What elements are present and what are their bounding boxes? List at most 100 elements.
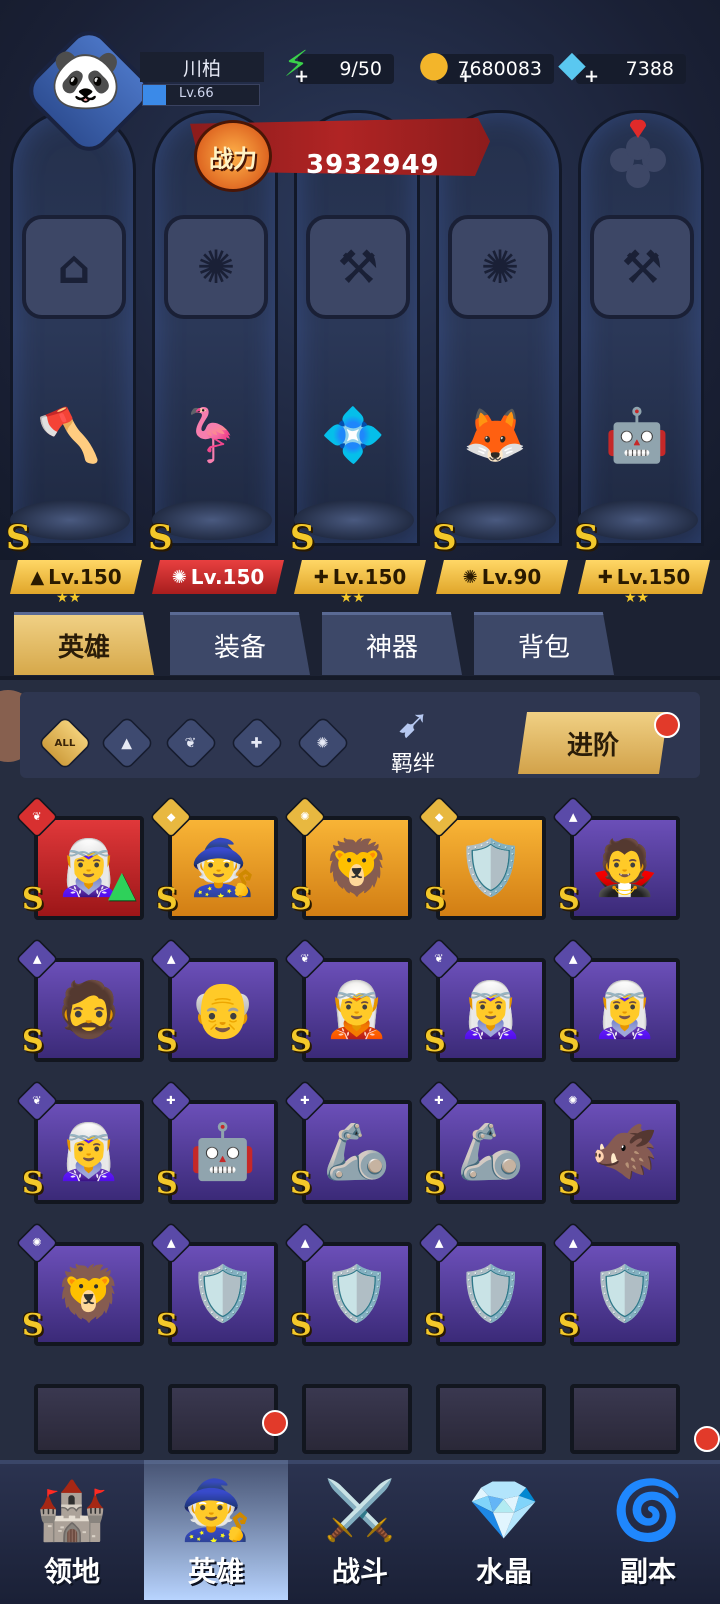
upgrade-arrow-icon: ▲: [108, 864, 136, 905]
mage-hat-class-icon-glyph: ▲: [300, 1236, 310, 1250]
team-level: Lv.90: [481, 565, 542, 589]
wing-class-icon-glyph: ❦: [32, 1094, 42, 1108]
nav-territory-label: 领地: [43, 1555, 100, 1588]
team-hero-figure[interactable]: 🪓: [4, 350, 134, 520]
mage-hat-class-icon-glyph: ▲: [166, 1236, 176, 1250]
hero-card[interactable]: 🛡️: [302, 1242, 412, 1346]
tab-bag[interactable]: 背包: [474, 612, 614, 675]
hero-card[interactable]: 🧝‍♀️: [34, 1100, 144, 1204]
hero-card[interactable]: [570, 1384, 680, 1454]
menu-heart-icon[interactable]: [598, 112, 678, 192]
hero-card[interactable]: 🤖: [168, 1100, 278, 1204]
wrench-class-icon-glyph: ✚: [434, 1094, 444, 1108]
nav-heroes[interactable]: 🧙 英雄: [144, 1460, 288, 1600]
hero-card[interactable]: 🐗: [570, 1100, 680, 1204]
team-level: Lv.150: [48, 565, 122, 589]
level-stars: ★★: [56, 590, 82, 606]
hero-card[interactable]: 🧝‍♀️: [570, 958, 680, 1062]
player-level-bar: Lv.66: [142, 84, 260, 106]
power-label: 战力: [194, 120, 272, 192]
rank-s-badge: S: [148, 518, 173, 558]
beast-claw-icon: ✺: [171, 566, 187, 588]
hero-card[interactable]: 🧔: [34, 958, 144, 1062]
nav-crystal[interactable]: 💎 水晶: [432, 1450, 576, 1600]
hero-card[interactable]: 🛡️: [168, 1242, 278, 1346]
hero-card[interactable]: 🛡️: [436, 1242, 546, 1346]
hero-card[interactable]: 👴: [168, 958, 278, 1062]
advance-notification-dot: [654, 712, 680, 738]
tab-equipment[interactable]: 装备: [170, 612, 310, 675]
team-level-plate[interactable]: ✚ Lv.150: [578, 560, 710, 594]
nav-crystal-label: 水晶: [475, 1555, 532, 1588]
wrench-class-icon-glyph: ✚: [166, 1094, 176, 1108]
mage-hat-class-icon-glyph: ▲: [568, 1236, 578, 1250]
beast-claw-icon: ✺: [462, 566, 478, 588]
mage-hat-class-icon-glyph: ▲: [32, 952, 42, 966]
rank-s-badge: S: [290, 1308, 312, 1343]
nav-battle[interactable]: ⚔️ 战斗: [288, 1450, 432, 1600]
hero-card[interactable]: 🦾: [302, 1100, 412, 1204]
nav-territory[interactable]: 🏰 领地: [0, 1450, 144, 1600]
hero-card[interactable]: 🧝‍♀️: [436, 958, 546, 1062]
rank-s-badge: S: [424, 1308, 446, 1343]
diamond-value: 7388: [625, 58, 674, 80]
hero-card[interactable]: 🛡️: [436, 816, 546, 920]
rank-s-badge: S: [290, 518, 315, 558]
rank-s-badge: S: [558, 1024, 580, 1059]
panda-avatar-icon[interactable]: 🐼: [46, 34, 126, 124]
tab-hero[interactable]: 英雄: [14, 612, 154, 675]
bond-button[interactable]: ➹ 羁绊: [358, 692, 468, 778]
bond-label: 羁绊: [390, 752, 435, 777]
wing-class-icon-glyph: ❦: [300, 952, 310, 966]
class-emblem-icon: ⌂: [22, 215, 126, 319]
rank-s-badge: S: [22, 1166, 44, 1201]
team-level: Lv.150: [190, 565, 265, 589]
rank-s-badge: S: [558, 882, 580, 917]
team-hero-figure[interactable]: 🦊: [430, 350, 560, 520]
hero-card[interactable]: 🦁: [302, 816, 412, 920]
notification-dot: [262, 1410, 288, 1436]
hero-card[interactable]: [34, 1384, 144, 1454]
rank-s-badge: S: [290, 1024, 312, 1059]
wrench-icon: ✚: [313, 566, 329, 588]
team-level-plate[interactable]: ✺ Lv.150: [152, 560, 284, 594]
team-level-plate[interactable]: ✺ Lv.90: [436, 560, 568, 594]
gem-class-icon-glyph: ◆: [434, 810, 444, 824]
beast-claw-class-icon-glyph: ✺: [32, 1236, 42, 1250]
hero-card[interactable]: 🧛: [570, 816, 680, 920]
castle-icon: 🏰: [35, 1476, 109, 1544]
team-level: Lv.150: [332, 565, 407, 589]
gold-plus-icon[interactable]: +: [458, 66, 473, 87]
advance-button[interactable]: 进阶: [518, 712, 668, 774]
team-hero-figure[interactable]: 💠: [288, 350, 418, 520]
bond-icon: ➹: [396, 701, 430, 747]
beast-claw-class-icon-glyph: ✺: [300, 810, 310, 824]
team-hero-figure[interactable]: 🤖: [572, 350, 702, 520]
rank-s-badge: S: [22, 1024, 44, 1059]
tab-artifact[interactable]: 神器: [322, 612, 462, 675]
mage-hat-icon: ▲: [30, 566, 45, 588]
team-level-plate[interactable]: ✚ Lv.150: [294, 560, 426, 594]
hero-card[interactable]: [436, 1384, 546, 1454]
hero-card[interactable]: 🦁: [34, 1242, 144, 1346]
hero-card[interactable]: 🦾: [436, 1100, 546, 1204]
wing-class-icon-glyph: ❦: [32, 810, 42, 824]
team-level-plate[interactable]: ▲ Lv.150: [10, 560, 142, 594]
rank-s-badge: S: [6, 518, 31, 558]
power-value: 3932949: [306, 150, 440, 180]
nav-dungeon[interactable]: 🌀 副本: [576, 1450, 720, 1600]
battle-flag-icon: ⚔️: [323, 1476, 397, 1544]
class-emblem-icon: ⚒: [306, 215, 410, 319]
hero-card[interactable]: 🛡️: [570, 1242, 680, 1346]
class-emblem-icon: ✺: [448, 215, 552, 319]
hero-card[interactable]: [302, 1384, 412, 1454]
team-hero-figure[interactable]: 🦩: [146, 350, 276, 520]
player-level: Lv.66: [179, 86, 214, 101]
hero-card[interactable]: 🧙: [168, 816, 278, 920]
diamond-plus-icon[interactable]: +: [584, 66, 599, 87]
notification-dot: [694, 1426, 720, 1452]
hero-panel: [0, 676, 720, 1480]
energy-value: 9/50: [339, 58, 382, 80]
energy-plus-icon[interactable]: +: [294, 66, 309, 87]
hero-card[interactable]: 🧝: [302, 958, 412, 1062]
